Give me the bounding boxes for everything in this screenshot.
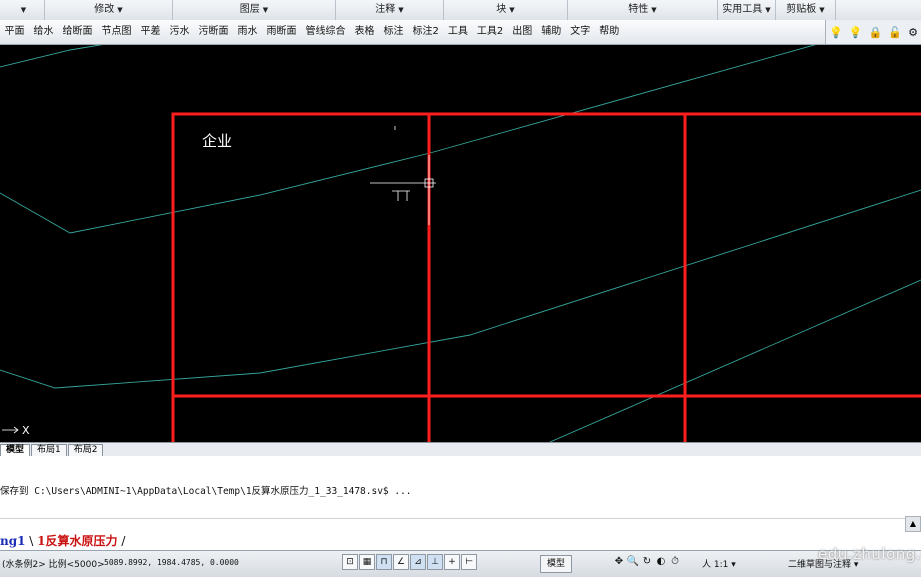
menu-item[interactable]: 平差 xyxy=(136,20,165,44)
ucs-x-label: X xyxy=(22,424,30,437)
layout-tab[interactable]: 模型 xyxy=(0,444,31,456)
menu-item[interactable]: 辅助 xyxy=(537,20,566,44)
ribbon-panel-title[interactable]: 剪贴板 ▼ xyxy=(776,0,836,20)
lock-icon[interactable]: 🔒 xyxy=(869,26,883,39)
status-bar: (水条例2> 比例<5000> 5089.8992, 1984.4785, 0.… xyxy=(0,545,921,577)
ribbon-panel-title[interactable]: ▼ xyxy=(0,0,45,20)
menu-item[interactable]: 污水 xyxy=(165,20,194,44)
light-bulb-icon[interactable]: 💡 xyxy=(829,26,843,39)
command-line-divider xyxy=(0,518,921,519)
chevron-down-icon: ▼ xyxy=(117,6,123,14)
custom-menu-bar: 平面 给水 给断面 节点图 平差 污水 污断面 雨水 雨断面 管线综合 表格 标注 标注2 工具 工具2 出图… xyxy=(0,20,921,45)
ribbon-panel-label: 图层 xyxy=(239,4,260,15)
chevron-down-icon: ▼ xyxy=(819,6,825,14)
watermark-text: edu.zhulong.com xyxy=(818,545,921,563)
ribbon-panel-label: 块 xyxy=(496,4,507,15)
file-tab-active[interactable]: 1反算水原压力 xyxy=(37,534,117,548)
layer-status-icons: 💡 💡 🔒 🔓 ⚙ xyxy=(825,20,921,44)
cyan-line-2 xyxy=(0,45,816,234)
ribbon-panel-title[interactable]: 修改 ▼ xyxy=(45,0,173,20)
drafting-toggle-button[interactable]: ⊿ xyxy=(410,554,426,570)
ribbon-panel-title[interactable]: 特性 ▼ xyxy=(568,0,718,20)
chevron-down-icon: ▼ xyxy=(398,6,404,14)
drafting-toggle-button[interactable]: ⊥ xyxy=(427,554,443,570)
menu-item[interactable]: 雨断面 xyxy=(262,20,301,44)
layout-tab[interactable]: 布局2 xyxy=(67,444,104,456)
menu-item[interactable]: 标注 xyxy=(379,20,408,44)
menu-item[interactable]: 污断面 xyxy=(194,20,233,44)
chevron-down-icon: ▼ xyxy=(509,6,515,14)
command-line-area[interactable]: 保存到 C:\Users\ADMINI~1\AppData\Local\Temp… xyxy=(0,456,921,550)
ribbon-panel-label: 实用工具 xyxy=(722,4,763,15)
chevron-down-icon: ▼ xyxy=(651,6,657,14)
drawing-file-tabs: ng1 \ 1反算水原压力 / xyxy=(0,532,125,549)
view-tool-icon[interactable]: ✥ xyxy=(612,554,626,570)
company-label: 企业 xyxy=(202,132,232,150)
file-tab-separator: \ xyxy=(29,534,34,548)
menu-item[interactable]: 雨水 xyxy=(233,20,262,44)
ribbon-panel-label: 修改 xyxy=(94,4,115,15)
layout-tabs: 模型 布局1 布局2 xyxy=(0,442,921,456)
drafting-toggle-button[interactable]: ▦ xyxy=(359,554,375,570)
menu-item[interactable]: 出图 xyxy=(508,20,537,44)
drafting-toggle-button[interactable]: ⊢ xyxy=(461,554,477,570)
chevron-down-icon: ▼ xyxy=(262,6,269,14)
layout-tab[interactable]: 布局1 xyxy=(31,444,67,456)
menu-item[interactable]: 管线综合 xyxy=(301,20,350,44)
menu-item[interactable]: 帮助 xyxy=(595,20,624,44)
crosshair-cursor xyxy=(370,126,436,225)
gear-icon[interactable]: ⚙ xyxy=(908,26,918,39)
view-tool-icon[interactable]: ⏱ xyxy=(668,554,682,570)
view-navigation-icons: ✥ 🔍 ↻ ◐ ⏱ xyxy=(612,554,682,570)
idea-bulb-icon[interactable]: 💡 xyxy=(849,26,863,39)
ribbon-panel-label: 剪贴板 xyxy=(786,4,817,15)
view-tool-icon[interactable]: ↻ xyxy=(640,554,654,570)
ribbon-panel-title[interactable]: 注释 ▼ xyxy=(336,0,444,20)
command-scroll-button[interactable]: ▲ xyxy=(905,516,921,532)
drafting-toggle-button[interactable]: + xyxy=(444,554,460,570)
chevron-down-icon: ▼ xyxy=(20,6,27,14)
menu-items: 平面 给水 给断面 节点图 平差 污水 污断面 雨水 雨断面 管线综合 表格 标注 标注2 工具 工具2 出图… xyxy=(0,20,624,44)
annotation-scale[interactable]: 人 1:1 ▾ xyxy=(702,557,736,570)
menu-item[interactable]: 工具 xyxy=(443,20,472,44)
ribbon-panel-title[interactable]: 实用工具 ▼ xyxy=(718,0,776,20)
view-tool-icon[interactable]: ◐ xyxy=(654,554,668,570)
command-history-text: 保存到 C:\Users\ADMINI~1\AppData\Local\Temp… xyxy=(0,486,412,497)
drafting-toggle-button[interactable]: ⊡ xyxy=(342,554,358,570)
file-tab-separator-end: / xyxy=(121,534,126,548)
unlock-icon[interactable]: 🔓 xyxy=(888,26,902,39)
drafting-toggle-button[interactable]: ∠ xyxy=(393,554,409,570)
menu-item[interactable]: 节点图 xyxy=(97,20,136,44)
menu-item[interactable]: 表格 xyxy=(350,20,379,44)
ribbon-panel-title[interactable]: 块 ▼ xyxy=(444,0,568,20)
coordinate-readout: 5089.8992, 1984.4785, 0.0000 xyxy=(104,558,239,567)
menu-item[interactable]: 平面 xyxy=(0,20,29,44)
chevron-down-icon: ▼ xyxy=(765,6,771,14)
drafting-toggle-button[interactable]: ⊓ xyxy=(376,554,392,570)
drafting-toggles: ⊡ ▦ ⊓ ∠ ⊿ ⊥ + ⊢ xyxy=(342,554,478,570)
view-tool-icon[interactable]: 🔍 xyxy=(626,554,640,570)
ucs-icon xyxy=(2,426,19,434)
drawing-svg: 企业 X xyxy=(0,45,921,442)
menu-item[interactable]: 文字 xyxy=(566,20,595,44)
drawing-canvas[interactable]: 企业 X xyxy=(0,45,921,442)
scale-label: (水条例2> 比例<5000> xyxy=(2,560,105,570)
cyan-line-4 xyxy=(549,279,921,442)
ribbon-panel-label: 特性 xyxy=(628,4,649,15)
menu-item[interactable]: 标注2 xyxy=(408,20,443,44)
model-space-button[interactable]: 模型 xyxy=(540,555,572,573)
ribbon-panel-titles: ▼ 修改 ▼ 图层 ▼ 注释 ▼ 块 ▼ 特性 ▼ 实用工具 ▼ 剪贴板 ▼ xyxy=(0,0,921,21)
file-tab-first[interactable]: ng1 xyxy=(0,534,25,548)
menu-item[interactable]: 给断面 xyxy=(58,20,97,44)
menu-item[interactable]: 工具2 xyxy=(472,20,507,44)
menu-item[interactable]: 给水 xyxy=(29,20,58,44)
ribbon-panel-title[interactable]: 图层 ▼ xyxy=(173,0,336,20)
red-grid xyxy=(171,112,921,442)
ribbon-panel-label: 注释 xyxy=(375,4,396,15)
cyan-line-1 xyxy=(0,45,103,68)
